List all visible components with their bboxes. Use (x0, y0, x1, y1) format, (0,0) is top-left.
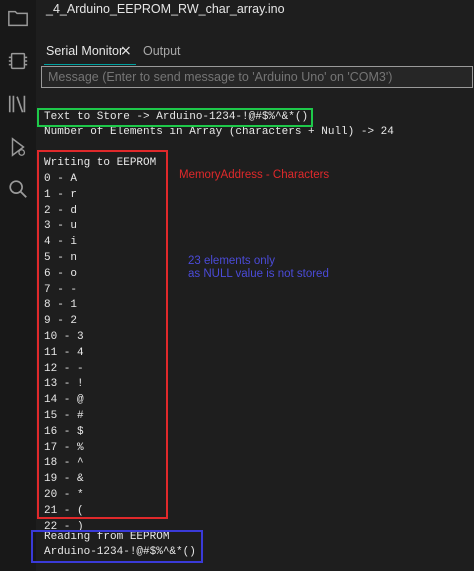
editor-tab[interactable]: _4_Arduino_EEPROM_RW_char_array.ino (36, 0, 474, 24)
activity-bar (0, 0, 36, 571)
elements-note-line1: 23 elements only (188, 255, 275, 267)
debug-icon[interactable] (6, 135, 30, 159)
blue-highlight-box (31, 530, 203, 563)
library-icon[interactable] (6, 92, 30, 116)
memory-address-annotation: MemoryAddress - Characters (179, 169, 330, 181)
serial-message-input[interactable] (41, 66, 473, 88)
search-icon[interactable] (6, 177, 30, 201)
green-highlight-box (37, 108, 313, 127)
tab-output[interactable]: Output (143, 44, 181, 58)
num-elements-line: Number of Elements in Array (characters … (44, 126, 394, 138)
board-icon[interactable] (6, 49, 30, 73)
active-tab-indicator (44, 64, 136, 65)
tab-serial-monitor[interactable]: Serial Monitor (46, 44, 123, 58)
file-tab-label: _4_Arduino_EEPROM_RW_char_array.ino (46, 2, 285, 16)
folder-icon[interactable] (6, 6, 30, 30)
close-icon[interactable]: × (120, 43, 132, 59)
elements-note-line2: as NULL value is not stored (188, 268, 329, 280)
red-highlight-box (37, 150, 168, 519)
panel-tabs: Serial Monitor × Output (36, 40, 474, 64)
